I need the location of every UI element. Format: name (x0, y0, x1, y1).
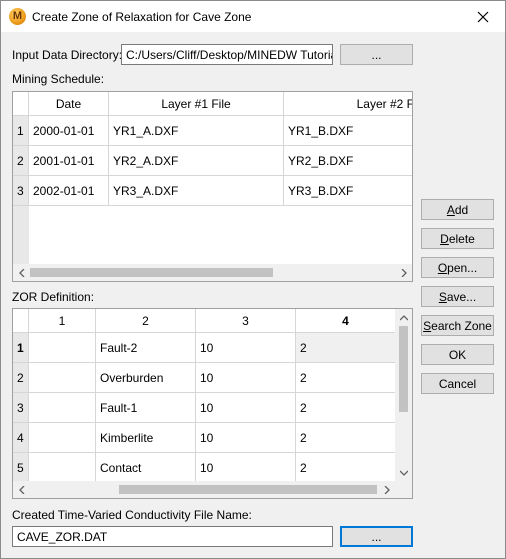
mining-schedule-label: Mining Schedule: (12, 72, 105, 86)
table-cell[interactable]: YR1_B.DXF (284, 116, 412, 146)
scroll-right-icon[interactable] (378, 481, 395, 498)
app-icon: M (9, 8, 26, 25)
table-cell[interactable]: YR3_B.DXF (284, 176, 412, 206)
scroll-thumb[interactable] (119, 485, 377, 494)
row-header: 2 (13, 363, 29, 393)
table-cell[interactable]: 2001-01-01 (29, 146, 109, 176)
dialog-window: M Create Zone of Relaxation for Cave Zon… (0, 0, 506, 559)
output-file-field[interactable]: CAVE_ZOR.DAT (12, 526, 333, 547)
row-header: 3 (13, 176, 29, 206)
corner-cell (13, 309, 29, 333)
cancel-button[interactable]: Cancel (421, 373, 494, 394)
table-cell[interactable]: 2 (296, 423, 396, 453)
horizontal-scrollbar[interactable] (13, 481, 395, 498)
output-file-label: Created Time-Varied Conductivity File Na… (12, 508, 252, 522)
column-header[interactable]: Layer #1 File (109, 92, 284, 116)
add-button[interactable]: Add (421, 199, 494, 220)
table-cell[interactable] (29, 363, 96, 393)
table-cell[interactable] (29, 393, 96, 423)
zor-definition-grid[interactable]: 1 2 3 4 1 Fault-2 10 2 2 Overburden 10 2… (12, 308, 413, 499)
vertical-scrollbar[interactable] (395, 309, 412, 481)
scroll-up-icon[interactable] (395, 309, 412, 326)
table-cell[interactable] (29, 333, 96, 363)
table-cell[interactable]: Kimberlite (96, 423, 196, 453)
scroll-thumb[interactable] (399, 326, 408, 412)
column-header[interactable]: 3 (196, 309, 296, 333)
table-cell[interactable]: 2 (296, 453, 396, 483)
table-cell[interactable]: 2 (296, 363, 396, 393)
row-header: 1 (13, 116, 29, 146)
table-cell[interactable]: 2000-01-01 (29, 116, 109, 146)
input-dir-browse-button[interactable]: ... (340, 44, 413, 65)
table-cell[interactable]: 10 (196, 363, 296, 393)
input-dir-label: Input Data Directory: (12, 48, 123, 62)
table-cell[interactable]: Overburden (96, 363, 196, 393)
column-header[interactable]: Date (29, 92, 109, 116)
table-cell[interactable]: 10 (196, 453, 296, 483)
column-header[interactable]: Layer #2 File (284, 92, 412, 116)
close-button[interactable] (461, 1, 505, 32)
scroll-down-icon[interactable] (395, 464, 412, 481)
table-cell[interactable]: 2002-01-01 (29, 176, 109, 206)
search-zone-button[interactable]: Search Zone (421, 315, 494, 336)
zor-definition-label: ZOR Definition: (12, 290, 95, 304)
row-header: 3 (13, 393, 29, 423)
scroll-thumb[interactable] (30, 268, 273, 277)
table-cell[interactable]: 2 (296, 393, 396, 423)
table-cell-current[interactable]: 2 (296, 333, 396, 363)
table-cell[interactable]: Fault-1 (96, 393, 196, 423)
corner-cell (13, 92, 29, 116)
scroll-right-icon[interactable] (395, 264, 412, 281)
table-cell[interactable]: 10 (196, 423, 296, 453)
output-file-browse-button[interactable]: ... (340, 526, 413, 547)
table-cell[interactable]: YR3_A.DXF (109, 176, 284, 206)
close-icon (477, 11, 489, 22)
scroll-left-icon[interactable] (13, 481, 30, 498)
row-header: 2 (13, 146, 29, 176)
mining-schedule-grid[interactable]: Date Layer #1 File Layer #2 File 1 2000-… (12, 91, 413, 282)
row-header: 5 (13, 453, 29, 483)
ok-button[interactable]: OK (421, 344, 494, 365)
title-bar: M Create Zone of Relaxation for Cave Zon… (1, 1, 505, 32)
table-cell[interactable]: YR2_B.DXF (284, 146, 412, 176)
table-cell[interactable] (29, 423, 96, 453)
delete-button[interactable]: Delete (421, 228, 494, 249)
input-dir-field[interactable]: C:/Users/Cliff/Desktop/MINEDW Tutorial (121, 44, 333, 65)
column-header[interactable]: 1 (29, 309, 96, 333)
open-button[interactable]: Open... (421, 257, 494, 278)
scroll-left-icon[interactable] (13, 264, 30, 281)
window-title: Create Zone of Relaxation for Cave Zone (32, 10, 252, 24)
table-cell[interactable]: Contact (96, 453, 196, 483)
row-header: 4 (13, 423, 29, 453)
column-header[interactable]: 2 (96, 309, 196, 333)
table-cell[interactable]: YR1_A.DXF (109, 116, 284, 146)
table-cell[interactable]: 10 (196, 333, 296, 363)
column-header[interactable]: 4 (296, 309, 396, 333)
save-button[interactable]: Save... (421, 286, 494, 307)
table-cell[interactable] (29, 453, 96, 483)
table-cell[interactable]: 10 (196, 393, 296, 423)
table-cell[interactable]: YR2_A.DXF (109, 146, 284, 176)
table-cell[interactable]: Fault-2 (96, 333, 196, 363)
horizontal-scrollbar[interactable] (13, 264, 412, 281)
row-header: 1 (13, 333, 29, 363)
